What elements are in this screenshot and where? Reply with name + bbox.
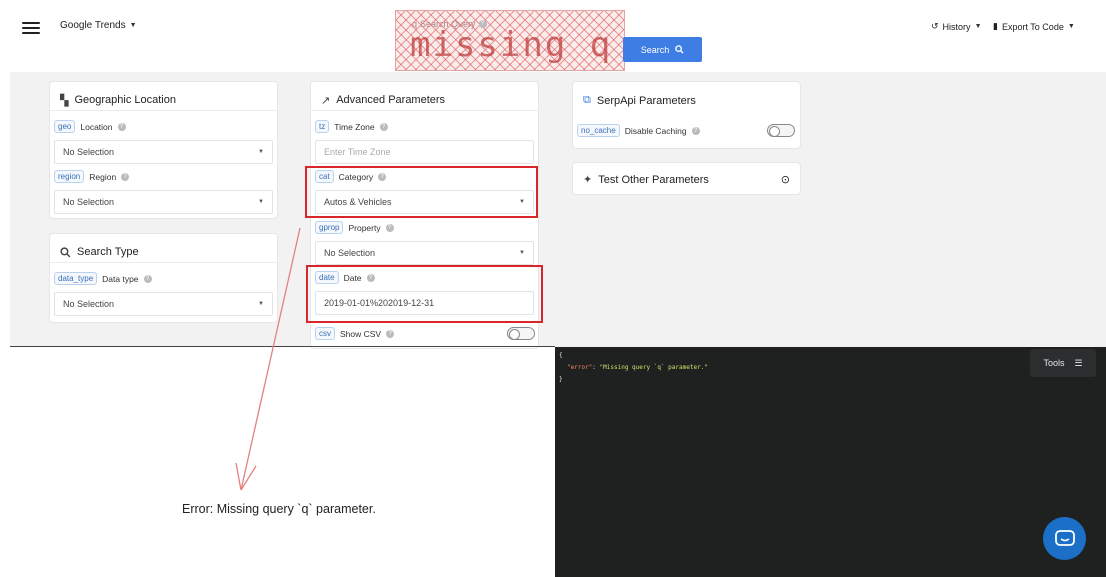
json-output-panel: { "error": "Missing query `q` parameter.… (555, 347, 1106, 577)
search-icon (60, 246, 71, 257)
chart-icon: ↗ (321, 94, 331, 107)
chevron-down-icon: ▼ (974, 23, 982, 30)
card-header: ↗ Advanced Parameters (311, 82, 538, 111)
param-tag: tz (315, 120, 330, 133)
sliders-icon: ☰ (1074, 357, 1083, 368)
no-cache-toggle[interactable] (767, 124, 795, 137)
engine-label: Google Trends (60, 20, 126, 31)
param-label: Property (348, 222, 381, 233)
engine-selector[interactable]: Google Trends ▼ (60, 20, 137, 31)
help-icon: ? (386, 329, 395, 338)
help-icon: ? (121, 172, 130, 181)
export-menu[interactable]: ▮ Export To Code ▼ (993, 21, 1075, 32)
param-tag: gprop (315, 221, 344, 234)
error-message: Error: Missing query `q` parameter. (182, 502, 376, 516)
top-bar: Google Trends ▼ q Search Query ? missing… (0, 0, 1106, 72)
history-menu[interactable]: ↺ History ▼ (931, 21, 982, 32)
timezone-input[interactable]: Enter Time Zone (315, 140, 534, 164)
code-open-brace: { (559, 352, 563, 359)
chevron-down-icon: ▼ (1067, 23, 1075, 30)
card-header: ⧉ SerpApi Parameters (583, 94, 696, 107)
code-close-brace: } (559, 376, 563, 383)
help-icon: ? (143, 274, 152, 283)
region-select[interactable]: No Selection ▼ (54, 190, 273, 214)
chevron-down-icon: ▼ (258, 301, 264, 307)
param-no-cache: no_cache Disable Caching ? (577, 124, 700, 137)
tools-button[interactable]: Tools ☰ (1030, 349, 1096, 377)
missing-q-overlay: missing q (410, 25, 613, 65)
param-label: Show CSV (340, 328, 382, 339)
export-icon: ▮ (993, 21, 998, 31)
param-region: region Region ? (54, 170, 130, 183)
chat-icon (1054, 529, 1075, 546)
param-tag: no_cache (577, 124, 620, 137)
param-tz: tz Time Zone ? (315, 120, 388, 133)
param-gprop: gprop Property ? (315, 221, 394, 234)
help-icon: ? (385, 223, 394, 232)
card-header: ▚ Geographic Location (50, 82, 277, 111)
divider (10, 346, 555, 347)
param-tag: geo (54, 120, 76, 133)
magnifier-icon (675, 45, 684, 54)
sparkle-icon: ✦ (583, 174, 593, 186)
param-csv: csv Show CSV ? (315, 327, 395, 340)
chevron-down-icon: ▼ (129, 22, 137, 29)
test-other-parameters-card[interactable]: ✦ Test Other Parameters ⊙ (572, 162, 801, 195)
chat-button[interactable] (1043, 517, 1086, 560)
category-highlight (305, 166, 538, 218)
card-header: ✦ Test Other Parameters ⊙ (583, 173, 790, 187)
param-tag: region (54, 170, 85, 183)
serpapi-icon: ⧉ (583, 94, 591, 106)
chevron-down-icon: ▼ (519, 250, 525, 256)
chevron-down-icon: ▼ (258, 199, 264, 205)
menu-icon[interactable] (22, 22, 40, 34)
param-geo: geo Location ? (54, 120, 126, 133)
param-tag: csv (315, 327, 335, 340)
location-select[interactable]: No Selection ▼ (54, 140, 273, 164)
chevron-down-icon: ▼ (258, 149, 264, 155)
serpapi-parameters-card: ⧉ SerpApi Parameters no_cache Disable Ca… (572, 81, 801, 149)
date-highlight (306, 265, 543, 323)
param-label: Time Zone (334, 121, 375, 132)
code-error-line: "error": "Missing query `q` parameter." (567, 364, 708, 371)
property-select[interactable]: No Selection ▼ (315, 241, 534, 265)
help-icon: ? (691, 126, 700, 135)
param-data-type: data_type Data type ? (54, 272, 152, 285)
help-icon: ? (117, 122, 126, 131)
param-label: Data type (102, 273, 139, 284)
chevron-circle-icon[interactable]: ⊙ (781, 173, 790, 186)
csv-toggle[interactable] (507, 327, 535, 340)
history-icon: ↺ (931, 21, 939, 31)
search-button[interactable]: Search (623, 37, 702, 62)
search-type-card: Search Type data_type Data type ? No Sel… (49, 233, 278, 323)
map-icon: ▚ (60, 94, 69, 107)
card-header: Search Type (50, 234, 277, 263)
search-query-field[interactable]: q Search Query ? missing q (395, 10, 625, 71)
help-icon: ? (379, 122, 388, 131)
param-label: Region (89, 171, 117, 182)
param-tag: data_type (54, 272, 98, 285)
param-label: Disable Caching (624, 125, 687, 136)
geographic-location-card: ▚ Geographic Location geo Location ? No … (49, 81, 278, 219)
data-type-select[interactable]: No Selection ▼ (54, 292, 273, 316)
param-label: Location (80, 121, 113, 132)
